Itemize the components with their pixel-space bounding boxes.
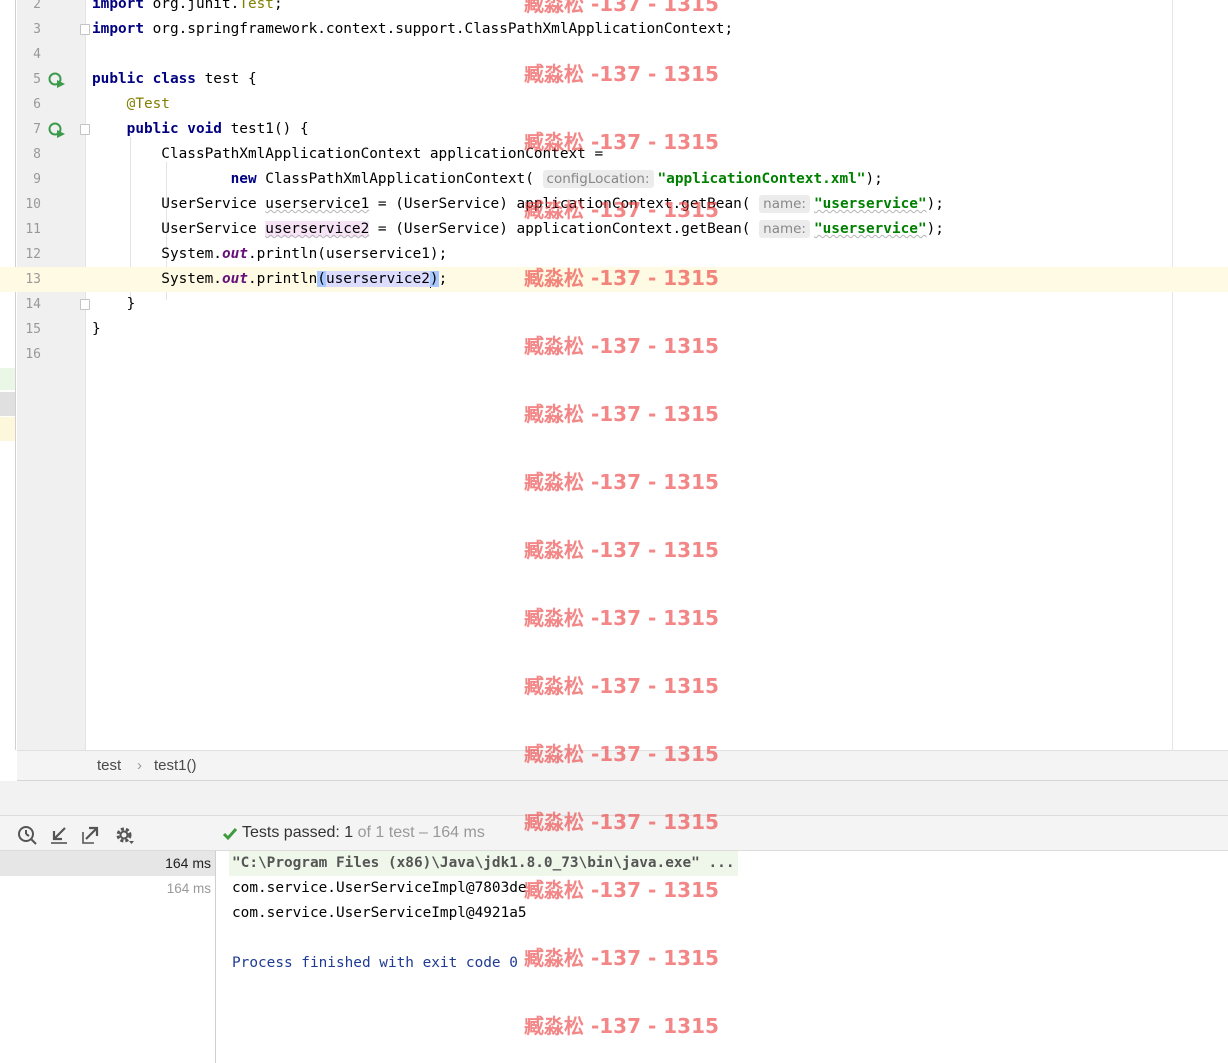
code-line[interactable]: 11 UserService userservice2 = (UserServi… — [0, 217, 1228, 242]
code-line[interactable]: 6 @Test — [0, 92, 1228, 117]
code-text: public class test { — [92, 71, 257, 87]
line-number: 4 — [33, 47, 41, 62]
line-number: 16 — [25, 347, 41, 362]
breadcrumb-class[interactable]: test — [97, 757, 121, 774]
status-prefix: Tests passed: — [242, 824, 340, 841]
breadcrumb-separator: › — [137, 757, 142, 774]
history-icon[interactable] — [16, 824, 38, 846]
code-text: new ClassPathXmlApplicationContext( conf… — [230, 170, 883, 188]
code-text: UserService userservice2 = (UserService)… — [92, 220, 944, 238]
line-number: 5 — [33, 72, 41, 87]
line-number: 11 — [25, 222, 41, 237]
export-tests-icon[interactable] — [80, 824, 102, 846]
code-text: import org.junit.Test; — [92, 0, 283, 12]
change-marker — [0, 368, 15, 390]
parameter-hint: name: — [759, 195, 810, 213]
console-command-line: "C:\Program Files (x86)\Java\jdk1.8.0_73… — [229, 851, 738, 876]
line-number: 10 — [25, 197, 41, 212]
line-number: 6 — [33, 97, 41, 112]
code-line[interactable]: 14 } — [0, 292, 1228, 317]
code-line[interactable]: 9 new ClassPathXmlApplicationContext( co… — [0, 167, 1228, 192]
code-text: @Test — [126, 96, 170, 112]
console-output[interactable]: "C:\Program Files (x86)\Java\jdk1.8.0_73… — [217, 851, 1228, 1063]
code-line[interactable]: 8 ClassPathXmlApplicationContext applica… — [0, 142, 1228, 167]
import-tests-icon[interactable] — [48, 824, 70, 846]
code-text: System.out.println(userservice2); — [92, 270, 448, 288]
change-marker — [0, 417, 15, 441]
line-number: 9 — [33, 172, 41, 187]
run-test-icon[interactable] — [48, 121, 66, 139]
code-line[interactable]: 10 UserService userservice1 = (UserServi… — [0, 192, 1228, 217]
code-text: } — [92, 296, 136, 312]
console-line: com.service.UserServiceImpl@4921a5 — [232, 905, 527, 921]
breadcrumb-method[interactable]: test1() — [154, 757, 197, 774]
code-line[interactable]: 4 — [0, 42, 1228, 67]
line-number: 15 — [25, 322, 41, 337]
code-line[interactable]: 2 import org.junit.Test; — [0, 0, 1228, 17]
change-marker — [0, 392, 15, 416]
line-number: 7 — [33, 122, 41, 137]
line-number: 12 — [25, 247, 41, 262]
code-line[interactable]: 15 } — [0, 317, 1228, 342]
code-text: } — [92, 321, 101, 337]
code-text: System.out.println(userservice1); — [92, 246, 448, 262]
panel-divider — [0, 781, 1228, 815]
fold-marker-icon[interactable] — [80, 124, 90, 135]
status-count: 1 — [344, 824, 354, 841]
tree-row[interactable]: 164 ms — [0, 876, 215, 901]
code-text: import org.springframework.context.suppo… — [92, 21, 734, 37]
breadcrumb: test › test1() — [17, 750, 1228, 781]
code-line[interactable]: 3 import org.springframework.context.sup… — [0, 17, 1228, 42]
code-text: UserService userservice1 = (UserService)… — [92, 195, 944, 213]
parameter-hint: configLocation: — [542, 170, 654, 188]
check-icon — [222, 828, 238, 841]
run-test-icon[interactable] — [48, 71, 66, 89]
console-line: com.service.UserServiceImpl@7803de — [232, 880, 527, 896]
code-line[interactable]: 12 System.out.println(userservice1); — [0, 242, 1228, 267]
settings-icon[interactable] — [113, 824, 135, 846]
line-number: 2 — [33, 0, 41, 12]
fold-marker-icon[interactable] — [80, 299, 90, 310]
console-exit-line: Process finished with exit code 0 — [232, 955, 518, 971]
code-line[interactable]: 7 public void test1() { — [0, 117, 1228, 142]
test-status: Tests passed: 1 of 1 test – 164 ms — [222, 824, 485, 842]
code-text: ClassPathXmlApplicationContext applicati… — [92, 146, 604, 162]
line-number: 3 — [33, 22, 41, 37]
code-text: public void test1() { — [126, 121, 309, 137]
test-results-tree: 164 ms 164 ms — [0, 851, 216, 1063]
code-editor[interactable]: 2 import org.junit.Test; 3 import org.sp… — [0, 0, 1228, 750]
line-number: 14 — [25, 297, 41, 312]
fold-marker-icon[interactable] — [80, 24, 90, 35]
parameter-hint: name: — [759, 220, 810, 238]
code-line[interactable]: 5 public class test { — [0, 67, 1228, 92]
code-line[interactable]: 16 — [0, 342, 1228, 367]
status-suffix: of 1 test – 164 ms — [357, 824, 485, 841]
current-code-line[interactable]: 13 System.out.println(userservice2); — [0, 267, 1228, 292]
line-number: 8 — [33, 147, 41, 162]
line-number: 13 — [25, 272, 41, 287]
run-toolbar: Tests passed: 1 of 1 test – 164 ms — [0, 815, 1228, 851]
tree-row[interactable]: 164 ms — [0, 851, 215, 876]
